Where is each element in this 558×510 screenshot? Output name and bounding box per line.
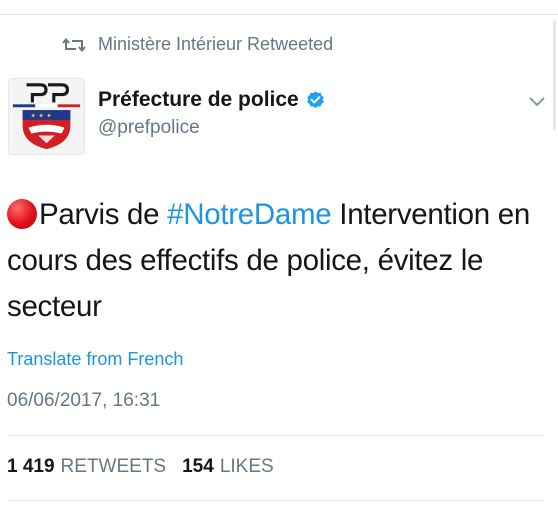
avatar[interactable]: ✦ ✦ ✦ [8, 78, 85, 155]
retweet-context[interactable]: Ministère Intérieur Retweeted [62, 34, 333, 55]
tweet-text-part1: Parvis de [39, 198, 168, 231]
hashtag-link[interactable]: #NotreDame [167, 198, 332, 231]
retweet-icon [62, 37, 86, 52]
timestamp: 06/06/2017, 16:31 [7, 390, 161, 411]
likes-label[interactable]: LIKES [220, 456, 274, 478]
red-circle-icon [7, 199, 37, 229]
retweets-count[interactable]: 1 419 [7, 456, 55, 478]
likes-count[interactable]: 154 [182, 456, 214, 478]
prefecture-de-police-logo: ✦ ✦ ✦ [9, 79, 84, 154]
account-handle[interactable]: @prefpolice [98, 117, 200, 139]
top-divider [0, 14, 558, 15]
account-name-row[interactable]: Préfecture de police [98, 88, 326, 112]
verified-badge-icon [305, 90, 326, 111]
bottom-divider [7, 500, 544, 501]
retweet-label: Ministère Intérieur Retweeted [98, 34, 334, 54]
stats-divider [7, 435, 544, 436]
chevron-down-icon[interactable] [528, 96, 546, 108]
tweet-text: Parvis de #NotreDame Intervention en cou… [7, 192, 547, 330]
translate-link[interactable]: Translate from French [7, 349, 183, 370]
scroll-indicator[interactable] [553, 20, 556, 130]
stats-row: 1 419 RETWEETS 154 LIKES [7, 456, 290, 478]
retweets-label[interactable]: RETWEETS [61, 456, 167, 478]
account-name[interactable]: Préfecture de police [98, 88, 299, 112]
svg-text:✦ ✦ ✦: ✦ ✦ ✦ [30, 112, 52, 120]
